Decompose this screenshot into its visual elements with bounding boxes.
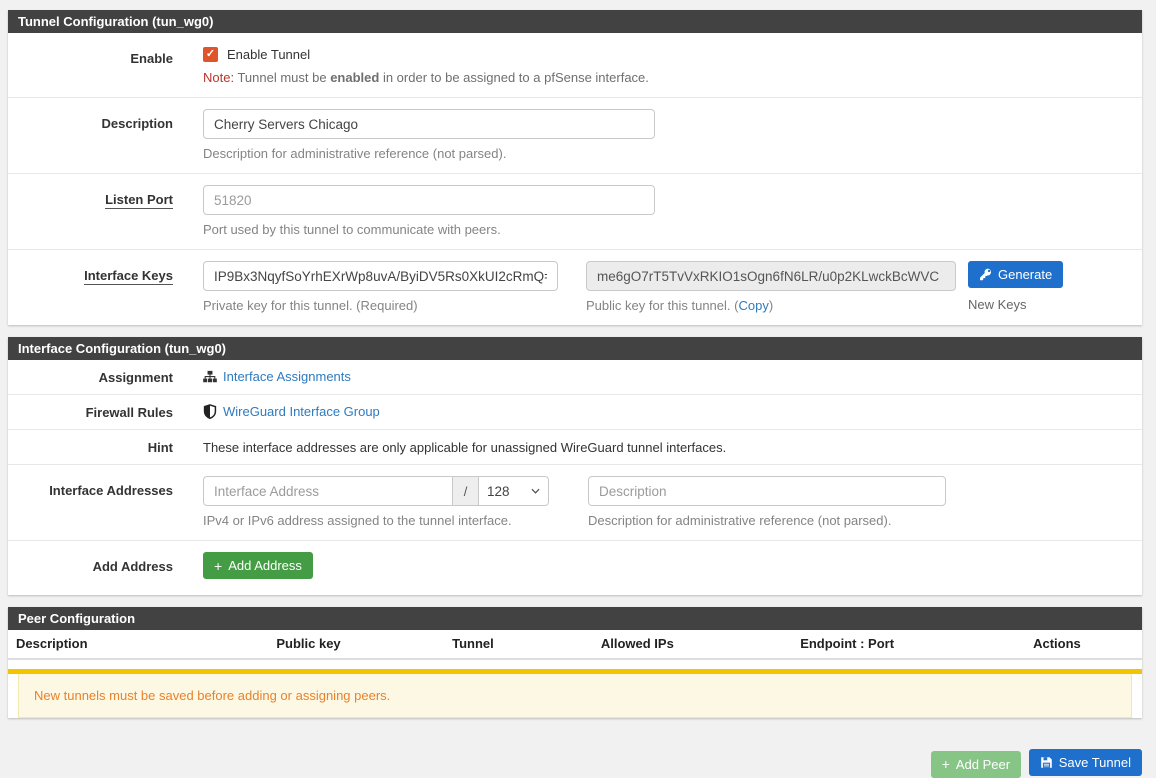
shield-icon <box>203 404 217 419</box>
address-description-help: Description for administrative reference… <box>588 513 946 528</box>
warning-spacer <box>8 660 1142 669</box>
peer-configuration-panel: Peer Configuration Description Public ke… <box>8 607 1142 718</box>
hint-row: Hint These interface addresses are only … <box>8 430 1142 465</box>
enable-tunnel-checkbox[interactable]: ✓ <box>203 47 218 62</box>
interface-keys-row: Interface Keys Private key for this tunn… <box>8 250 1142 325</box>
peer-configuration-header: Peer Configuration <box>8 607 1142 630</box>
add-peer-button-label: Add Peer <box>956 757 1010 772</box>
generate-button-label: Generate <box>998 267 1052 282</box>
listen-port-input[interactable] <box>203 185 655 215</box>
note-bold-word: enabled <box>330 70 379 85</box>
wireguard-tunnel-edit-page: Tunnel Configuration (tun_wg0) Enable ✓ … <box>0 0 1156 778</box>
description-help: Description for administrative reference… <box>203 146 1132 161</box>
add-address-button-label: Add Address <box>228 558 302 573</box>
interface-keys-label: Interface Keys <box>8 261 173 313</box>
firewall-rules-label: Firewall Rules <box>8 403 173 420</box>
chevron-down-icon <box>531 488 540 494</box>
no-peers-warning: New tunnels must be saved before adding … <box>18 674 1132 718</box>
private-key-input[interactable] <box>203 261 558 291</box>
interface-configuration-header: Interface Configuration (tun_wg0) <box>8 337 1142 360</box>
plus-icon: + <box>214 560 222 572</box>
new-keys-caption: New Keys <box>968 297 1063 312</box>
address-mask-separator: / <box>453 476 479 506</box>
interface-addresses-label: Interface Addresses <box>8 476 173 528</box>
add-address-label: Add Address <box>8 552 173 579</box>
enable-tunnel-checkbox-label: Enable Tunnel <box>227 47 310 62</box>
interface-assignments-link[interactable]: Interface Assignments <box>223 369 351 384</box>
enable-label: Enable <box>8 44 173 85</box>
generate-keys-button[interactable]: Generate <box>968 261 1063 288</box>
col-actions: Actions <box>972 630 1142 659</box>
description-input[interactable] <box>203 109 655 139</box>
enable-note: Note: Tunnel must be enabled in order to… <box>203 70 1132 85</box>
hint-text: These interface addresses are only appli… <box>203 438 1132 455</box>
description-label: Description <box>8 109 173 161</box>
note-seg2: in order to be assigned to a pfSense int… <box>379 70 649 85</box>
key-icon <box>979 268 992 281</box>
peer-table: Description Public key Tunnel Allowed IP… <box>8 630 1142 660</box>
address-mask-selected-value: 128 <box>487 484 510 499</box>
listen-port-help: Port used by this tunnel to communicate … <box>203 222 1132 237</box>
tunnel-configuration-panel: Tunnel Configuration (tun_wg0) Enable ✓ … <box>8 10 1142 325</box>
assignment-label: Assignment <box>8 368 173 385</box>
enable-row: Enable ✓ Enable Tunnel Note: Tunnel must… <box>8 33 1142 98</box>
add-address-button[interactable]: + Add Address <box>203 552 313 579</box>
public-key-help-text: Public key for this tunnel. ( <box>586 298 738 313</box>
plus-icon: + <box>942 758 950 770</box>
wireguard-interface-group-link[interactable]: WireGuard Interface Group <box>223 404 380 419</box>
col-allowed-ips: Allowed IPs <box>552 630 722 659</box>
public-key-help: Public key for this tunnel. (Copy) <box>586 298 956 313</box>
interface-configuration-panel: Interface Configuration (tun_wg0) Assign… <box>8 337 1142 595</box>
add-address-row: Add Address + Add Address <box>8 541 1142 595</box>
listen-port-label: Listen Port <box>8 185 173 237</box>
address-mask-select[interactable]: 128 <box>479 476 549 506</box>
add-peer-button[interactable]: + Add Peer <box>931 751 1021 778</box>
save-icon <box>1040 756 1053 769</box>
tunnel-configuration-header: Tunnel Configuration (tun_wg0) <box>8 10 1142 33</box>
address-description-input[interactable] <box>588 476 946 506</box>
col-endpoint-port: Endpoint : Port <box>722 630 971 659</box>
col-tunnel: Tunnel <box>394 630 553 659</box>
private-key-help: Private key for this tunnel. (Required) <box>203 298 558 313</box>
col-description: Description <box>8 630 223 659</box>
interface-addresses-row: Interface Addresses / 128 <box>8 465 1142 541</box>
public-key-input[interactable] <box>586 261 956 291</box>
save-tunnel-button-label: Save Tunnel <box>1059 755 1131 770</box>
assignment-row: Assignment Interface Assignments <box>8 360 1142 395</box>
interface-address-help: IPv4 or IPv6 address assigned to the tun… <box>203 513 549 528</box>
listen-port-row: Listen Port Port used by this tunnel to … <box>8 174 1142 250</box>
footer-actions: + Add Peer Save Tunnel <box>8 736 1142 778</box>
public-key-help-suffix: ) <box>769 298 773 313</box>
hint-label: Hint <box>8 438 173 455</box>
copy-public-key-link[interactable]: Copy <box>738 298 768 313</box>
col-public-key: Public key <box>223 630 393 659</box>
note-prefix: Note: <box>203 70 234 85</box>
peer-table-header-row: Description Public key Tunnel Allowed IP… <box>8 630 1142 659</box>
save-tunnel-button[interactable]: Save Tunnel <box>1029 749 1142 776</box>
note-seg1: Tunnel must be <box>234 70 330 85</box>
description-row: Description Description for administrati… <box>8 98 1142 174</box>
interface-address-input[interactable] <box>203 476 453 506</box>
sitemap-icon <box>203 370 217 384</box>
firewall-rules-row: Firewall Rules WireGuard Interface Group <box>8 395 1142 430</box>
